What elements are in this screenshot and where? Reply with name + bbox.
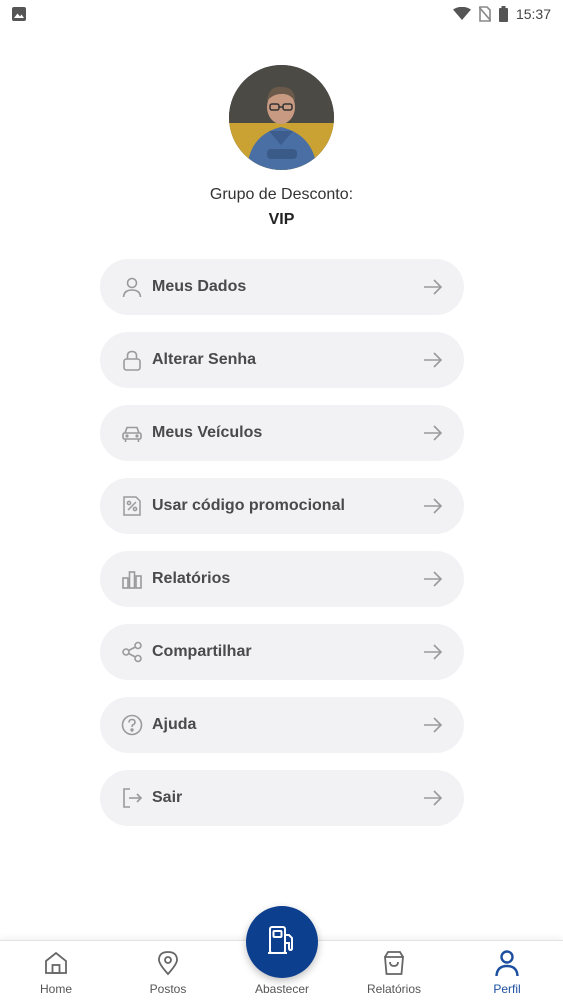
arrow-right-icon xyxy=(422,641,444,663)
avatar[interactable] xyxy=(229,65,334,170)
wifi-icon xyxy=(452,7,471,21)
arrow-right-icon xyxy=(422,495,444,517)
menu-item-label: Relatórios xyxy=(152,570,231,587)
arrow-right-icon xyxy=(422,276,444,298)
battery-icon xyxy=(498,6,508,22)
arrow-right-icon xyxy=(422,422,444,444)
status-time: 15:37 xyxy=(515,6,551,22)
menu-item-label: Usar código promocional xyxy=(152,497,345,514)
user-icon xyxy=(494,948,520,978)
nav-item-home[interactable]: Home xyxy=(0,941,112,1000)
menu-item-label: Sair xyxy=(152,789,183,806)
arrow-right-icon xyxy=(422,349,444,371)
home-icon xyxy=(43,948,69,978)
nav-label: Home xyxy=(39,982,72,996)
status-bar: 15:37 xyxy=(0,0,563,28)
nav-label: Abastecer xyxy=(254,982,310,996)
bar-chart-icon xyxy=(120,567,144,591)
discount-group-label: Grupo de Desconto: xyxy=(209,186,354,203)
nav-label: Relatórios xyxy=(366,982,422,996)
menu-item-alterar-senha[interactable]: Alterar Senha xyxy=(100,332,464,388)
fuel-pump-icon xyxy=(265,923,299,962)
menu-item-label: Ajuda xyxy=(152,716,197,733)
nav-label: Postos xyxy=(149,982,187,996)
arrow-right-icon xyxy=(422,714,444,736)
menu-item-meus-veiculos[interactable]: Meus Veículos xyxy=(100,405,464,461)
no-sim-icon xyxy=(478,6,491,22)
menu-item-codigo-promocional[interactable]: Usar código promocional xyxy=(100,478,464,534)
nav-item-postos[interactable]: Postos xyxy=(112,941,224,1000)
share-icon xyxy=(120,640,144,664)
image-icon xyxy=(12,7,26,21)
lock-icon xyxy=(120,348,144,372)
menu-item-meus-dados[interactable]: Meus Dados xyxy=(100,259,464,315)
menu-item-compartilhar[interactable]: Compartilhar xyxy=(100,624,464,680)
car-icon xyxy=(120,421,144,445)
menu-item-sair[interactable]: Sair xyxy=(100,770,464,826)
percent-icon xyxy=(120,494,144,518)
menu-item-label: Alterar Senha xyxy=(152,351,257,368)
nav-item-relatorios[interactable]: Relatórios xyxy=(338,941,450,1000)
nav-label: Perfil xyxy=(493,982,521,996)
arrow-right-icon xyxy=(422,787,444,809)
menu-item-relatorios[interactable]: Relatórios xyxy=(100,551,464,607)
menu-item-label: Meus Dados xyxy=(152,278,247,295)
menu-item-ajuda[interactable]: Ajuda xyxy=(100,697,464,753)
user-icon xyxy=(120,275,144,299)
menu-item-label: Compartilhar xyxy=(152,643,252,660)
shopping-bag-icon xyxy=(382,948,406,978)
help-icon xyxy=(120,713,144,737)
menu-item-label: Meus Veículos xyxy=(152,424,263,441)
logout-icon xyxy=(120,786,144,810)
discount-group-value: VIP xyxy=(268,211,295,228)
arrow-right-icon xyxy=(422,568,444,590)
location-pin-icon xyxy=(156,948,180,978)
abastecer-fab-button[interactable] xyxy=(246,906,318,978)
nav-item-perfil[interactable]: Perfil xyxy=(451,941,563,1000)
